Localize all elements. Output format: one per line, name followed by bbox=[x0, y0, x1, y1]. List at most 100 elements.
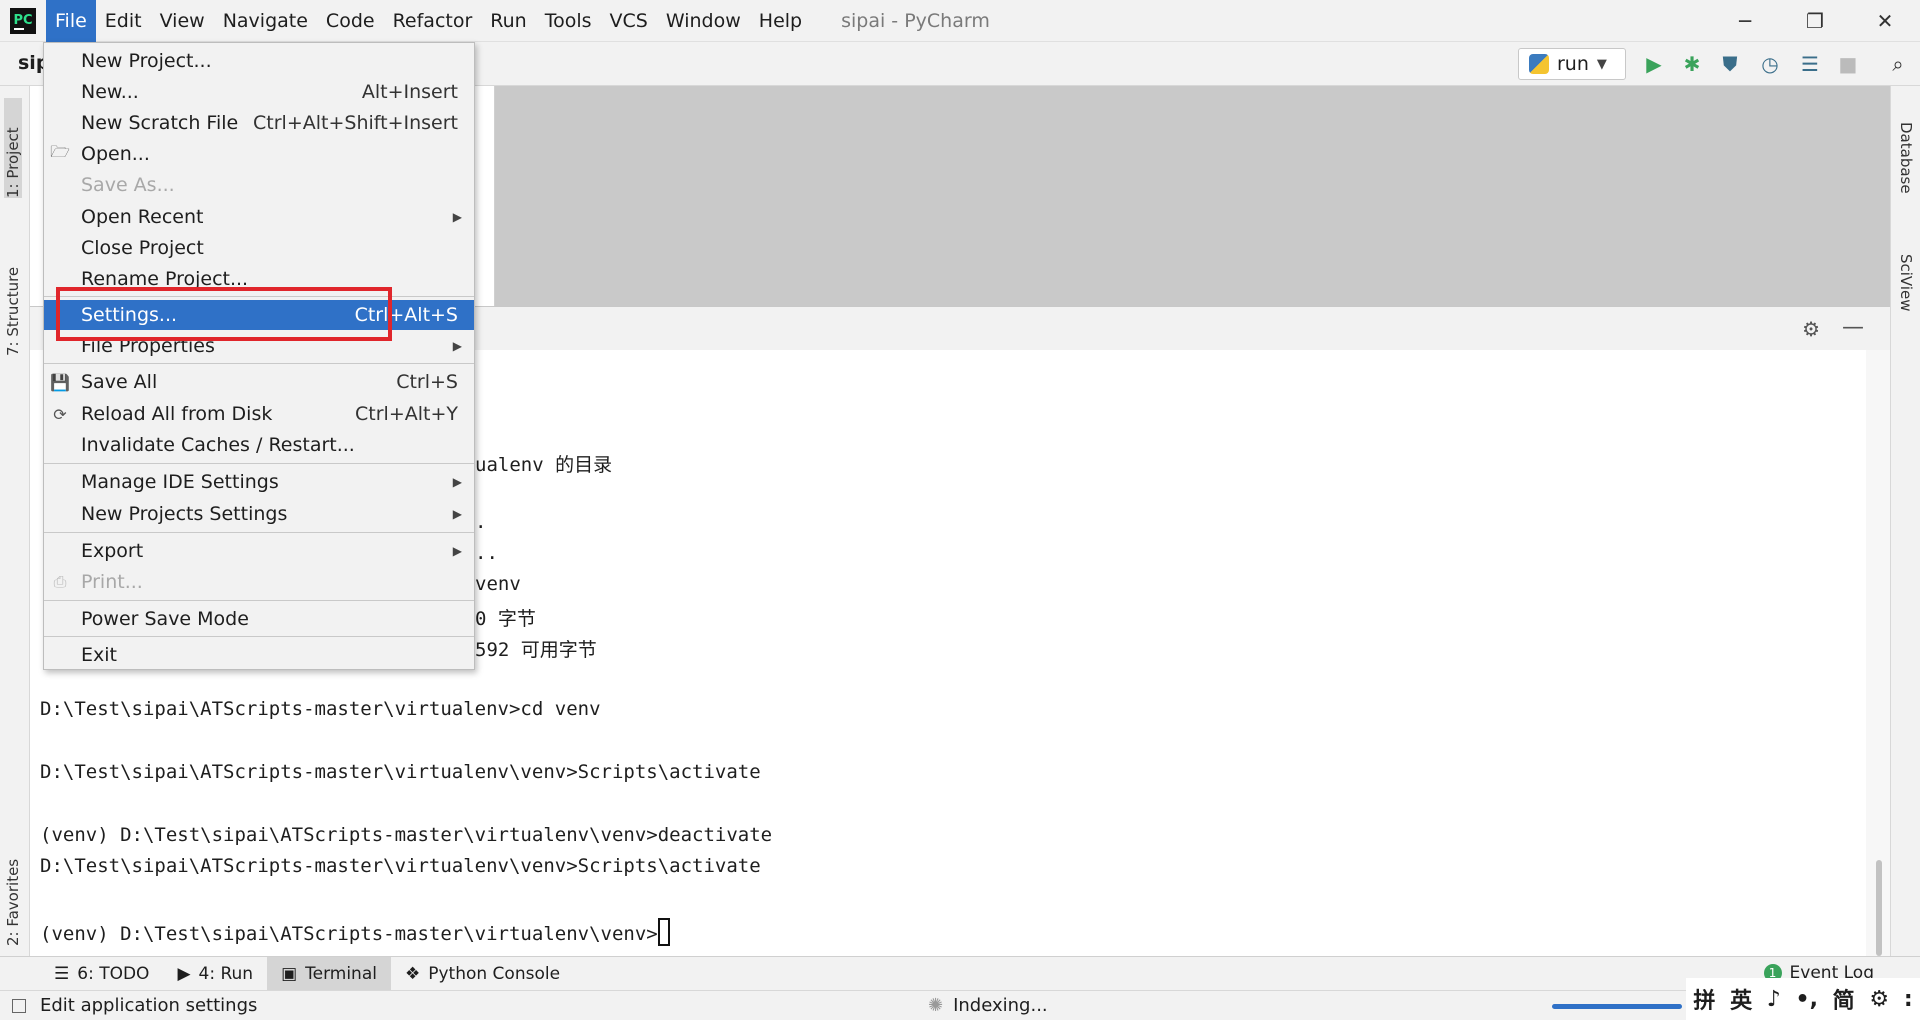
stop-icon[interactable]: ■ bbox=[1834, 50, 1862, 78]
tab-run[interactable]: ▶ 4: Run bbox=[163, 957, 267, 991]
menu-save-all[interactable]: 💾 Save All Ctrl+S bbox=[44, 367, 474, 397]
ime-simplified-icon[interactable]: 简 bbox=[1833, 983, 1855, 1015]
tab-label: Terminal bbox=[305, 963, 377, 984]
menu-open[interactable]: 🗁 Open... bbox=[44, 139, 474, 169]
printer-icon: ⎙ bbox=[53, 572, 67, 591]
menu-shortcut: Alt+Insert bbox=[361, 81, 458, 103]
tab-database[interactable]: Database bbox=[1897, 122, 1915, 194]
menu-tools[interactable]: Tools bbox=[536, 0, 601, 42]
run-config-selector[interactable]: run ▼ bbox=[1518, 48, 1626, 80]
profile-icon[interactable]: ◷ bbox=[1756, 50, 1784, 78]
settings-highlight-callout bbox=[56, 287, 392, 341]
spinner-icon: ✺ bbox=[928, 995, 944, 1016]
menu-new[interactable]: New... Alt+Insert bbox=[44, 77, 474, 107]
menu-invalidate-caches[interactable]: Invalidate Caches / Restart... bbox=[44, 430, 474, 460]
menu-label: Print... bbox=[81, 571, 143, 593]
coverage-icon[interactable]: ⛊ bbox=[1716, 50, 1744, 78]
indexing-status[interactable]: ✺ Indexing... bbox=[928, 995, 1048, 1016]
menu-shortcut: Ctrl+Alt+Y bbox=[355, 403, 458, 425]
tab-project[interactable]: 1: Project bbox=[4, 98, 22, 198]
submenu-arrow-icon: ▶ bbox=[452, 210, 462, 224]
left-tool-strip: 1: Project 7: Structure 2: Favorites bbox=[0, 86, 30, 956]
save-icon: 💾 bbox=[50, 372, 70, 392]
ime-settings-icon[interactable]: ⚙ bbox=[1869, 987, 1889, 1012]
menu-manage-ide-settings[interactable]: Manage IDE Settings ▶ bbox=[44, 467, 474, 497]
tab-terminal[interactable]: ▣ Terminal bbox=[267, 956, 391, 991]
menu-new-scratch[interactable]: New Scratch File Ctrl+Alt+Shift+Insert bbox=[44, 108, 474, 138]
menu-close-project[interactable]: Close Project bbox=[44, 233, 474, 263]
tab-favorites[interactable]: 2: Favorites bbox=[4, 826, 22, 946]
search-icon[interactable]: ⌕ bbox=[1884, 50, 1912, 78]
minimize-panel-icon[interactable]: — bbox=[1842, 315, 1864, 340]
menu-reload[interactable]: ⟳ Reload All from Disk Ctrl+Alt+Y bbox=[44, 399, 474, 429]
menu-shortcut: Ctrl+S bbox=[396, 371, 458, 393]
menu-label: Close Project bbox=[81, 237, 204, 259]
play-icon: ▶ bbox=[177, 963, 191, 984]
menu-code[interactable]: Code bbox=[317, 0, 384, 42]
menu-save-as: Save As... bbox=[44, 170, 474, 200]
menu-separator bbox=[44, 463, 474, 464]
terminal-line: .. bbox=[475, 542, 498, 564]
menu-label: New Project... bbox=[81, 50, 212, 72]
menu-new-project[interactable]: New Project... bbox=[44, 46, 474, 76]
menu-help[interactable]: Help bbox=[750, 0, 811, 42]
menu-new-projects-settings[interactable]: New Projects Settings ▶ bbox=[44, 499, 474, 529]
menu-edit[interactable]: Edit bbox=[96, 0, 151, 42]
chevron-down-icon: ▼ bbox=[1596, 56, 1607, 72]
menu-view[interactable]: View bbox=[151, 0, 214, 42]
submenu-arrow-icon: ▶ bbox=[452, 475, 462, 489]
menu-open-recent[interactable]: Open Recent ▶ bbox=[44, 202, 474, 232]
menu-vcs[interactable]: VCS bbox=[601, 0, 657, 42]
menu-label: Manage IDE Settings bbox=[81, 471, 279, 493]
tab-structure[interactable]: 7: Structure bbox=[4, 226, 22, 356]
concurrency-icon[interactable]: ☰ bbox=[1796, 50, 1824, 78]
menu-export[interactable]: Export ▶ bbox=[44, 536, 474, 566]
menu-print: ⎙ Print... bbox=[44, 567, 474, 597]
ime-punctuation-icon[interactable]: •, bbox=[1796, 987, 1818, 1012]
debug-icon[interactable]: ✱ bbox=[1678, 50, 1706, 78]
menu-run[interactable]: Run bbox=[481, 0, 535, 42]
menu-label: Save As... bbox=[81, 174, 175, 196]
run-icon[interactable]: ▶ bbox=[1640, 50, 1668, 78]
ime-english-icon[interactable]: 英 bbox=[1730, 983, 1752, 1015]
menu-label: New Projects Settings bbox=[81, 503, 288, 525]
ime-pinyin-icon[interactable]: 拼 bbox=[1693, 983, 1715, 1015]
terminal-line: . bbox=[475, 511, 487, 533]
close-button[interactable]: ✕ bbox=[1850, 0, 1920, 42]
ime-more-icon[interactable]: : bbox=[1904, 987, 1913, 1012]
menu-refactor[interactable]: Refactor bbox=[384, 0, 482, 42]
run-config-label: run bbox=[1557, 53, 1589, 75]
menu-file[interactable]: File bbox=[46, 0, 96, 42]
ime-moon-icon[interactable]: ♪ bbox=[1767, 987, 1781, 1012]
tab-todo[interactable]: ☰ 6: TODO bbox=[40, 957, 163, 991]
menu-exit[interactable]: Exit bbox=[44, 640, 474, 670]
list-icon: ☰ bbox=[54, 963, 70, 984]
ime-toolbar: 拼 英 ♪ •, 简 ⚙ : bbox=[1686, 978, 1920, 1020]
tab-python-console[interactable]: ❖ Python Console bbox=[391, 957, 574, 991]
terminal-line: ualenv 的目录 bbox=[475, 454, 613, 476]
menu-separator bbox=[44, 532, 474, 533]
menu-label: Reload All from Disk bbox=[81, 403, 273, 425]
menu-navigate[interactable]: Navigate bbox=[214, 0, 317, 42]
submenu-arrow-icon: ▶ bbox=[452, 507, 462, 521]
submenu-arrow-icon: ▶ bbox=[452, 544, 462, 558]
terminal-line: 0 字节 bbox=[475, 608, 536, 630]
python-icon bbox=[1529, 54, 1549, 74]
menu-power-save[interactable]: Power Save Mode bbox=[44, 604, 474, 634]
menu-window[interactable]: Window bbox=[657, 0, 750, 42]
gear-icon[interactable]: ⚙ bbox=[1802, 317, 1820, 341]
menu-separator bbox=[44, 636, 474, 637]
pycharm-logo-icon: PC bbox=[10, 7, 36, 34]
menu-label: New... bbox=[81, 81, 139, 103]
restore-button[interactable]: ❐ bbox=[1780, 0, 1850, 42]
terminal-line: (venv) D:\Test\sipai\ATScripts-master\vi… bbox=[40, 824, 773, 846]
minimize-button[interactable]: ─ bbox=[1710, 0, 1780, 42]
scrollbar-thumb[interactable] bbox=[1876, 860, 1882, 956]
indexing-progress-bar bbox=[1552, 1004, 1682, 1009]
editor-area bbox=[495, 86, 1890, 306]
window-controls: ─ ❐ ✕ bbox=[1710, 0, 1920, 42]
indexing-label: Indexing... bbox=[953, 995, 1048, 1016]
toggle-tool-windows-icon[interactable] bbox=[12, 999, 26, 1013]
tab-sciview[interactable]: SciView bbox=[1897, 254, 1915, 312]
menu-label: Exit bbox=[81, 644, 117, 666]
